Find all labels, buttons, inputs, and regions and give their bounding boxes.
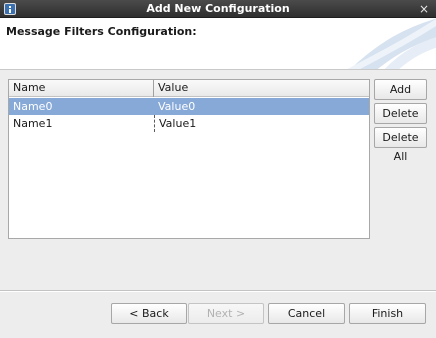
footer-separator xyxy=(0,290,436,292)
column-header-name[interactable]: Name xyxy=(9,80,154,97)
cell-name: Name1 xyxy=(13,117,53,130)
back-button[interactable]: < Back xyxy=(111,303,187,324)
delete-button[interactable]: Delete xyxy=(374,103,427,124)
table-row[interactable]: Name1 Value1 xyxy=(9,115,369,132)
add-button[interactable]: Add xyxy=(374,79,427,100)
cell-value: Value0 xyxy=(158,100,196,113)
cell-name: Name0 xyxy=(13,100,53,113)
filters-table[interactable]: Name Value Name0 Value0 Name1 Value1 xyxy=(8,79,370,239)
table-header: Name Value xyxy=(9,80,369,97)
window-titlebar[interactable]: Add New Configuration × xyxy=(0,0,436,18)
column-header-value[interactable]: Value xyxy=(154,80,369,97)
window-title: Add New Configuration xyxy=(146,2,290,15)
cancel-button[interactable]: Cancel xyxy=(268,303,345,324)
finish-button[interactable]: Finish xyxy=(349,303,426,324)
page-title: Message Filters Configuration: xyxy=(6,25,197,38)
next-button: Next > xyxy=(188,303,264,324)
close-icon[interactable]: × xyxy=(418,2,430,16)
cell-value: Value1 xyxy=(154,115,369,132)
wizard-header: Message Filters Configuration: xyxy=(0,18,436,70)
delete-all-button[interactable]: Delete All xyxy=(374,127,427,163)
table-row[interactable]: Name0 Value0 xyxy=(9,98,369,115)
banner-decoration xyxy=(347,18,436,69)
